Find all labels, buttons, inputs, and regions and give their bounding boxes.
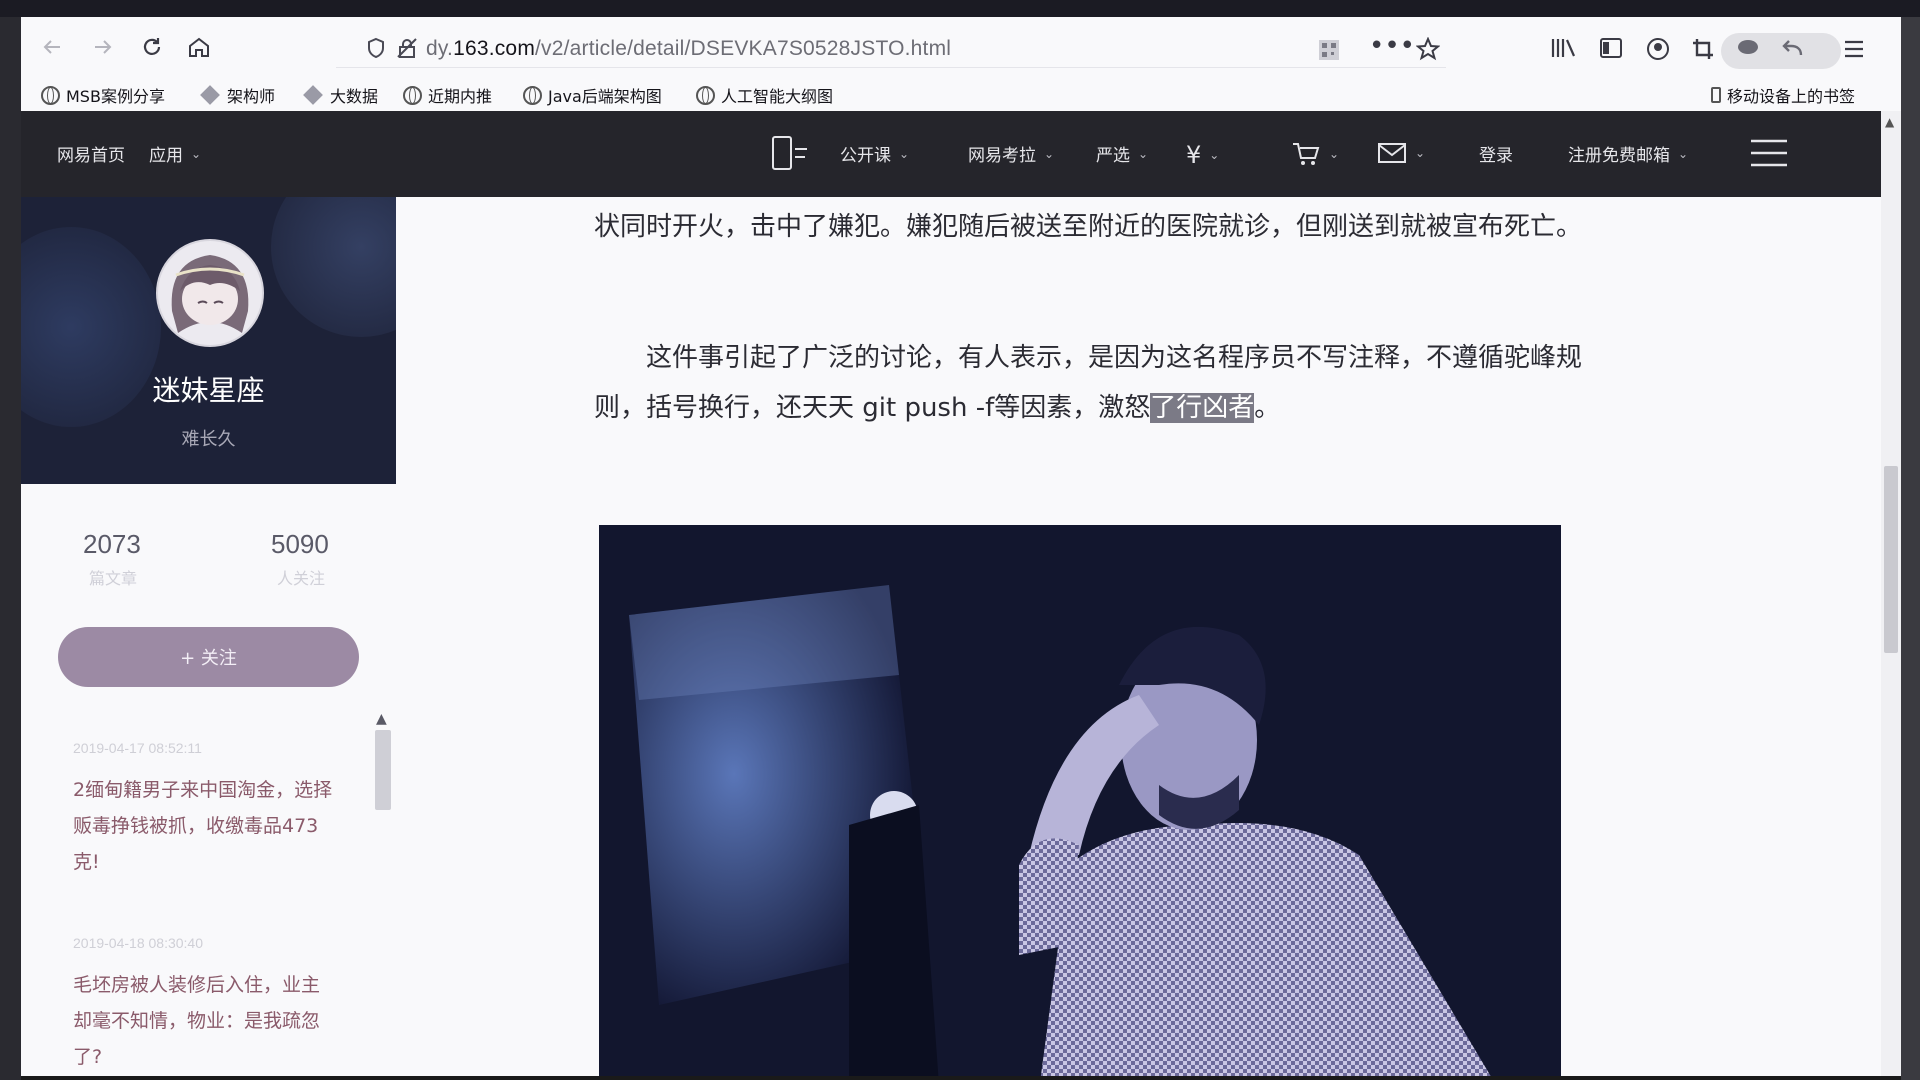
sidebar-icon[interactable] [1599,37,1623,59]
url-text[interactable]: dy.163.com/v2/article/detail/DSEVKA7S052… [426,37,951,61]
forward-arrow-icon [95,40,112,54]
scroll-thumb[interactable] [375,730,391,810]
article-image [599,525,1561,1076]
followers-count-label: 人关注 [277,569,326,588]
reload-button[interactable] [136,31,168,63]
yen-icon: ¥ [1186,141,1202,169]
back-button[interactable] [36,31,68,63]
chat-icon[interactable] [1736,37,1760,59]
library-icon[interactable] [1551,37,1577,59]
article-paragraph: 状同时开火，击中了嫌犯。嫌犯随后被送至附近的医院就诊，但刚送到就被宣布死亡。 [594,212,1583,242]
recent-article-link[interactable]: 2缅甸籍男子来中国淘金，选择贩毒挣钱被抓，收缴毒品473克! [73,772,333,880]
avatar-illustration [171,255,249,333]
page-actions-icon[interactable]: ••• [1369,31,1415,61]
site-header: 网易首页 应用 ⌄ 公开课 ⌄ 网易考拉 ⌄ 严选 ⌄ ¥ ⌄ ⌄ ⌄ 登录 注册免费邮箱… [21,111,1881,197]
articles-count-label: 篇文章 [89,569,138,588]
bookmark-msb[interactable]: MSB案例分享 [41,83,165,107]
chevron-down-icon: ⌄ [1138,146,1149,161]
chevron-down-icon: ⌄ [1209,148,1220,162]
browser-toolbar: dy.163.com/v2/article/detail/DSEVKA7S052… [21,17,1901,79]
page-scroll-thumb[interactable] [1884,466,1898,653]
mail-icon [1378,143,1406,163]
nav-yanxuan[interactable]: 严选 ⌄ [1096,141,1148,166]
nav-open-course[interactable]: 公开课 ⌄ [840,141,909,166]
chevron-down-icon: ⌄ [1329,147,1340,161]
forward-button[interactable] [87,31,119,63]
selected-text[interactable]: 了行凶者 [1150,393,1255,423]
nav-login[interactable]: 登录 [1479,141,1513,166]
nav-cart[interactable]: ⌄ [1291,141,1339,167]
author-profile-card: 迷妹星座 难长久 [21,197,396,484]
chevron-down-icon: ⌄ [1415,146,1426,160]
globe-icon [523,85,542,105]
window-left-edge [0,17,21,1080]
followers-count: 5090 [271,529,329,559]
scroll-up-icon[interactable]: ▲ [376,711,387,727]
nav-apps-menu[interactable]: 应用 ⌄ [149,141,201,166]
globe-icon [403,85,422,105]
nav-mail[interactable]: ⌄ [1377,141,1425,165]
avatar[interactable] [156,239,264,347]
folder-icon [200,85,220,105]
screenshot-icon[interactable] [1691,37,1715,61]
hamburger-menu-icon[interactable] [1749,137,1789,169]
page-scrollbar[interactable]: ▲ [1881,111,1901,1076]
cart-icon [1293,143,1320,165]
back-arrow-icon [43,40,60,54]
background-glow [271,197,396,337]
article-paragraph: 这件事引起了广泛的讨论，有人表示，是因为这名程序员不写注释，不遵循驼峰规则，括号… [594,343,1583,423]
home-icon [189,37,209,57]
recent-list-scrollbar[interactable] [373,730,393,830]
bookmark-architect[interactable]: 架构师 [200,83,275,107]
bookmark-java-arch[interactable]: Java后端架构图 [523,83,662,107]
account-icon[interactable] [1646,37,1670,61]
window-right-edge [1901,17,1920,1080]
url-bar[interactable]: dy.163.com/v2/article/detail/DSEVKA7S052… [336,29,1446,68]
nav-register-mail[interactable]: 注册免费邮箱 ⌄ [1568,141,1688,166]
recent-article-link[interactable]: 毛坯房被人装修后入住，业主却毫不知情，物业：是我疏忽了? [73,967,333,1075]
chevron-down-icon: ⌄ [1678,146,1689,161]
qr-code-icon[interactable] [1318,39,1340,61]
author-subtitle: 难长久 [181,429,236,450]
stressed-programmer-photo [599,525,1561,1076]
chevron-down-icon: ⌄ [191,146,202,161]
mobile-device-icon [1711,87,1721,103]
bookmark-bigdata[interactable]: 大数据 [303,83,378,107]
recent-article-date: 2019-04-17 08:52:11 [73,740,202,756]
menu-icon[interactable] [1843,39,1865,59]
nav-home-link[interactable]: 网易首页 [57,141,125,166]
follow-button[interactable]: + 关注 [58,627,359,687]
nav-kaola[interactable]: 网易考拉 ⌄ [968,141,1054,166]
browser-window: dy.163.com/v2/article/detail/DSEVKA7S052… [21,17,1901,1076]
folder-icon [303,85,323,105]
mobile-bookmarks[interactable]: 移动设备上的书签 [1711,83,1855,107]
home-button[interactable] [183,31,215,63]
title-strip [0,0,1920,17]
nav-payment[interactable]: ¥ ⌄ [1186,141,1219,169]
shield-icon [368,37,384,59]
scroll-up-icon[interactable]: ▲ [1885,115,1894,129]
reload-icon [143,38,161,55]
articles-count: 2073 [83,529,141,559]
recent-article-date: 2019-04-18 08:30:40 [73,935,203,951]
globe-icon [696,85,715,105]
bookmark-star-icon[interactable] [1416,37,1440,61]
author-name[interactable]: 迷妹星座 [21,369,396,409]
chevron-down-icon: ⌄ [899,146,910,161]
mobile-app-icon[interactable] [769,135,809,171]
bookmarks-bar: MSB案例分享 架构师 大数据 近期内推 Java后端架构图 人工智能大纲图 移… [21,79,1901,111]
undo-icon[interactable] [1781,37,1805,59]
insecure-lock-icon[interactable] [396,37,418,59]
globe-icon [41,85,60,105]
chevron-down-icon: ⌄ [1044,146,1055,161]
bookmark-ai-outline[interactable]: 人工智能大纲图 [696,83,833,107]
bookmark-referral[interactable]: 近期内推 [403,83,492,107]
